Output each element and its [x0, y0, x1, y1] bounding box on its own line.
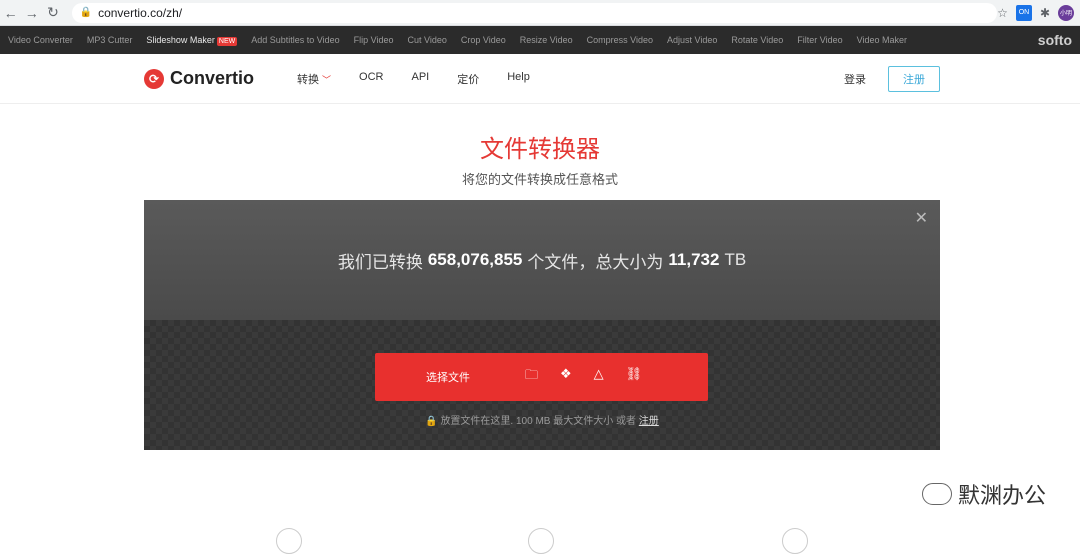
feature-icon: [782, 528, 808, 554]
dropbox-icon[interactable]: ❖: [560, 366, 572, 388]
softo-link-video-converter[interactable]: Video Converter: [8, 35, 73, 45]
stats-unit: TB: [724, 250, 747, 269]
login-link[interactable]: 登录: [844, 71, 866, 87]
softo-link-flip-video[interactable]: Flip Video: [354, 35, 394, 45]
menu-item-ocr[interactable]: OCR: [359, 71, 383, 87]
browser-toolbar: ← → ↻ 🔒 convertio.co/zh/ ☆ ON ✱ 小明: [0, 0, 1080, 26]
softo-logo[interactable]: softo: [1038, 32, 1072, 48]
page-title: 文件转换器: [480, 136, 600, 163]
menu-item-label: 转换: [297, 73, 320, 86]
extension-on-icon[interactable]: ON: [1015, 4, 1032, 21]
reload-icon[interactable]: ↻: [42, 4, 63, 21]
wechat-icon: [921, 483, 952, 505]
url-text: convertio.co/zh/: [98, 5, 183, 20]
chevron-down-icon: ﹀: [322, 74, 332, 85]
page-subtitle: 将您的文件转换成任意格式: [461, 172, 618, 187]
stats-middle: 个文件，总大小为: [527, 252, 664, 272]
menu-item-help[interactable]: Help: [507, 71, 530, 87]
lock-icon: 🔒: [79, 7, 93, 18]
forward-icon[interactable]: →: [21, 5, 42, 21]
feature-icon: [528, 528, 554, 554]
site-header: ⟳ Convertio 转换 ﹀ OCR API 定价 Help 登录 注册: [0, 54, 1080, 104]
avatar[interactable]: 小明: [1058, 4, 1074, 21]
menu-item-api[interactable]: API: [411, 71, 429, 87]
softo-link-cut-video[interactable]: Cut Video: [408, 35, 447, 45]
choose-file-label: 选择文件: [426, 372, 470, 384]
stats-prefix: 我们已转换: [337, 252, 423, 272]
softo-link-rotate-video[interactable]: Rotate Video: [731, 35, 783, 45]
feature-icon: [276, 528, 302, 554]
softo-link-resize-video[interactable]: Resize Video: [520, 35, 573, 45]
stats-files-count: 658,076,855: [427, 250, 523, 269]
softo-link-adjust-video[interactable]: Adjust Video: [667, 35, 717, 45]
folder-search-icon[interactable]: 🗀: [525, 366, 538, 388]
star-icon[interactable]: ☆: [997, 6, 1008, 20]
choose-file-button[interactable]: 选择文件 🗀 ❖ △ ⛓: [375, 353, 708, 401]
upload-note-text: 放置文件在这里. 100 MB 最大文件大小 或者: [440, 416, 637, 427]
signup-button[interactable]: 注册: [888, 65, 940, 92]
softo-link-compress-video[interactable]: Compress Video: [587, 35, 653, 45]
softo-link-label: Slideshow Maker: [146, 35, 215, 45]
softo-link-slideshow-maker[interactable]: Slideshow Maker NEW: [146, 35, 238, 46]
softo-bar: Video Converter MP3 Cutter Slideshow Mak…: [0, 26, 1080, 54]
watermark: 默渊办公: [921, 478, 1046, 510]
main-menu: 转换 ﹀ OCR API 定价 Help: [297, 71, 530, 87]
drop-zone[interactable]: 选择文件 🗀 ❖ △ ⛓ 🔒 放置文件在这里. 100 MB 最大文件大小 或者…: [144, 320, 940, 450]
google-drive-icon[interactable]: △: [594, 366, 604, 388]
softo-link-video-maker[interactable]: Video Maker: [857, 35, 907, 45]
softo-link-mp3-cutter[interactable]: MP3 Cutter: [87, 35, 133, 45]
convertio-logo[interactable]: ⟳ Convertio: [144, 68, 254, 89]
address-bar[interactable]: 🔒 convertio.co/zh/: [71, 2, 998, 23]
softo-link-crop-video[interactable]: Crop Video: [461, 35, 506, 45]
menu-item-pricing[interactable]: 定价: [457, 71, 479, 87]
logo-text: Convertio: [170, 68, 255, 88]
watermark-text: 默渊办公: [957, 483, 1046, 508]
convertio-logo-icon: ⟳: [144, 68, 164, 89]
stats-size: 11,732: [668, 250, 720, 269]
softo-link-filter-video[interactable]: Filter Video: [797, 35, 842, 45]
puzzle-icon[interactable]: ✱: [1040, 6, 1050, 20]
menu-item-convert[interactable]: 转换 ﹀: [297, 71, 331, 87]
upload-signup-link[interactable]: 注册: [639, 416, 659, 427]
link-icon[interactable]: ⛓: [626, 366, 643, 388]
softo-link-add-subtitles[interactable]: Add Subtitles to Video: [251, 35, 339, 45]
lock-icon: 🔒: [425, 416, 438, 427]
stats-banner: ✕ 我们已转换 658,076,855 个文件，总大小为 11,732 TB: [144, 200, 940, 320]
new-badge: NEW: [216, 37, 238, 46]
upload-note: 🔒 放置文件在这里. 100 MB 最大文件大小 或者 注册: [144, 412, 940, 427]
converter-box: ✕ 我们已转换 658,076,855 个文件，总大小为 11,732 TB 选…: [144, 200, 940, 450]
back-icon[interactable]: ←: [0, 5, 21, 21]
close-icon[interactable]: ✕: [915, 208, 928, 228]
